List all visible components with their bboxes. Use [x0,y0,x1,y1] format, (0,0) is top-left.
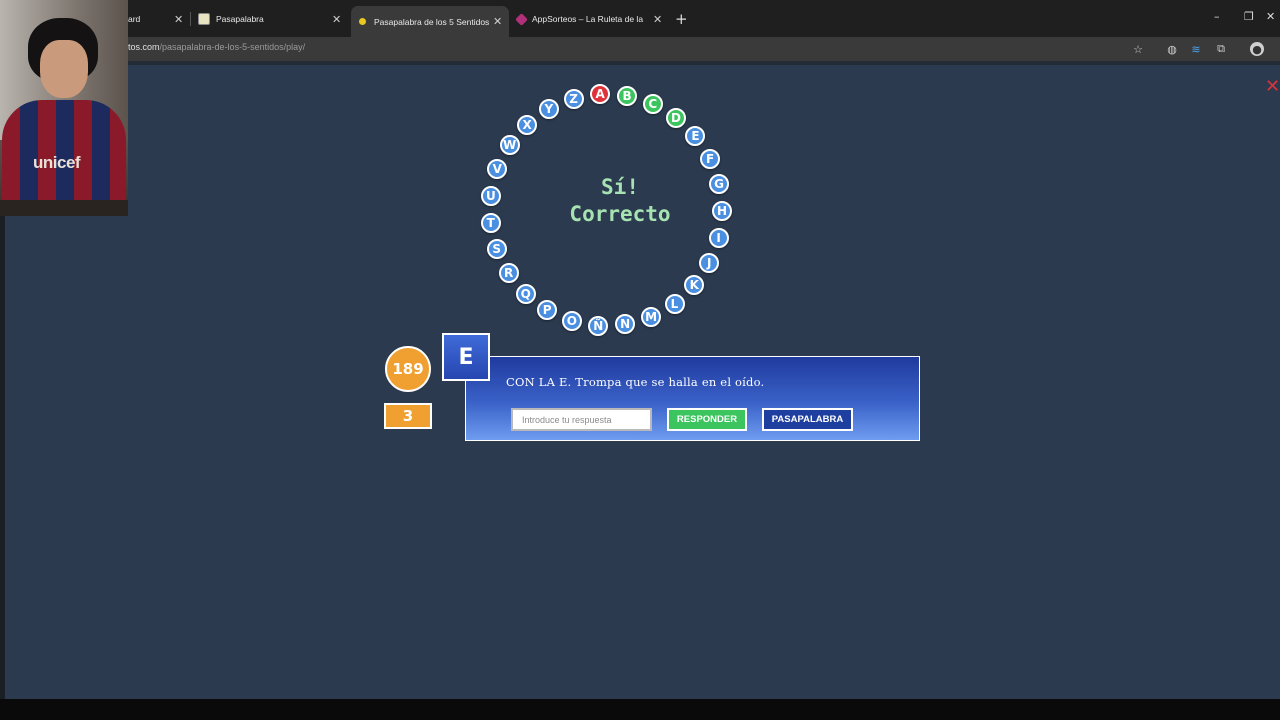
letter-d[interactable]: D [666,107,687,128]
letter-p[interactable]: P [537,299,558,320]
url-path: /pasapalabra-de-los-5-sentidos/play/ [159,42,306,52]
letter-o[interactable]: O [561,310,582,331]
letter-n[interactable]: N [615,314,636,335]
tab-loading-dot-icon [359,18,366,25]
letter-r[interactable]: R [498,262,519,283]
result-message-line2: Correcto [569,202,671,226]
letter-b[interactable]: B [617,85,638,106]
question-text: CON LA E. Trompa que se halla en el oído… [506,375,765,389]
letter-k[interactable]: K [684,275,705,296]
tab-pasapalabra-5-sentidos[interactable]: Pasapalabra de los 5 Sentidos - ✕ [351,6,509,37]
profile-avatar-icon[interactable]: ● [1250,42,1264,56]
tab-separator [190,12,191,26]
webcam-shirt-logo: unicef [33,153,81,172]
tab-close-icon[interactable]: ✕ [653,13,662,26]
letter-l[interactable]: L [664,293,685,314]
answer-input[interactable] [511,408,652,431]
tab-title: Pasapalabra [216,14,264,24]
tab-appsorteos[interactable]: AppSorteos – La Ruleta de la Su ✕ [515,8,667,30]
new-tab-button[interactable]: + [675,10,688,28]
browser-tab-bar: ard ✕ Pasapalabra ✕ Pasapalabra de los 5… [0,0,1280,37]
window-close-button[interactable]: ✕ [1266,10,1275,23]
restore-button[interactable]: ❐ [1244,10,1254,23]
tab-close-icon[interactable]: ✕ [493,15,502,28]
respond-button[interactable]: RESPONDER [667,408,747,431]
result-message-line1: Sí! [601,175,639,199]
letter-e[interactable]: E [685,126,706,147]
timer-badge: 3 [384,403,432,429]
tab-title: ard [128,14,141,24]
letter-g[interactable]: G [709,174,730,195]
letter-h[interactable]: H [711,200,732,221]
screen: ard ✕ Pasapalabra ✕ Pasapalabra de los 5… [0,0,1280,720]
minimize-button[interactable]: – [1214,10,1220,23]
extensions-puzzle-icon[interactable]: ⧉ [1214,42,1228,56]
letter-q[interactable]: Q [515,283,536,304]
appsorteos-favicon-icon [515,12,528,26]
tab-close-icon[interactable]: ✕ [332,13,341,26]
letter-u[interactable]: U [480,185,501,206]
current-letter-badge: E [442,333,490,381]
close-game-icon[interactable]: ✕ [1265,78,1280,96]
letter-ñ[interactable]: Ñ [588,315,609,336]
webcam-overlay: unicef [0,0,128,216]
extension-audio-icon[interactable]: ≋ [1189,42,1203,56]
webcam-desk [0,200,128,216]
url-field[interactable]: tos.com/pasapalabra-de-los-5-sentidos/pl… [128,42,305,52]
pasapalabra-favicon-icon [198,13,210,25]
webcam-face [40,40,88,98]
bookmark-star-icon[interactable]: ☆ [1131,42,1145,56]
extension-globe-icon[interactable]: ◍ [1165,42,1179,56]
letter-t[interactable]: T [480,212,501,233]
letter-f[interactable]: F [700,148,721,169]
score-badge: 189 [385,346,431,392]
letter-v[interactable]: V [487,159,508,180]
pasapalabra-button[interactable]: PASAPALABRA [762,408,853,431]
tab-title: AppSorteos – La Ruleta de la Su [532,14,644,24]
page-top-border [0,61,1280,65]
tab-close-icon[interactable]: ✕ [174,13,183,26]
letter-i[interactable]: I [708,227,729,248]
address-bar: tos.com/pasapalabra-de-los-5-sentidos/pl… [0,37,1280,61]
letter-j[interactable]: J [699,252,720,273]
letter-a[interactable]: A [590,84,611,105]
letter-s[interactable]: S [486,238,507,259]
bottom-bar [0,699,1280,720]
url-host: tos.com [128,42,160,52]
letter-m[interactable]: M [641,306,662,327]
tab-title: Pasapalabra de los 5 Sentidos - [374,16,489,27]
letter-z[interactable]: Z [563,88,584,109]
letter-y[interactable]: Y [538,99,559,120]
letter-c[interactable]: C [642,93,663,114]
tab-pasapalabra[interactable]: Pasapalabra ✕ [198,8,348,30]
result-message: Sí! Correcto [540,174,700,228]
tab-dashboard[interactable]: ard ✕ [128,8,190,30]
letter-x[interactable]: X [517,114,538,135]
letter-w[interactable]: W [499,135,520,156]
